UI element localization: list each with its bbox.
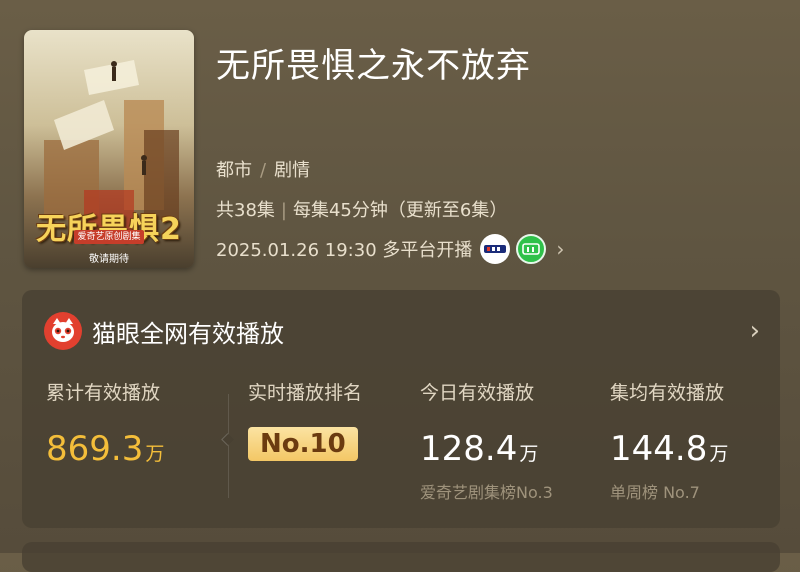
rank-badge: No.10 — [248, 427, 358, 461]
metric-label: 实时播放排名 — [248, 382, 363, 404]
iqiyi-logo-icon — [516, 234, 547, 264]
maoyan-stats-card[interactable]: 猫眼全网有效播放 › 累计有效播放 869.3 万 实时播放排名 No.10 今日… — [22, 290, 780, 528]
maoyan-cat-icon — [44, 312, 82, 350]
metric-label: 今日有效播放 — [420, 382, 535, 404]
metric-unit: 万 — [709, 443, 729, 465]
divider-notch — [221, 433, 234, 446]
metric-today-plays: 今日有效播放 128.4 万 爱奇艺剧集榜No.3 — [420, 378, 553, 503]
metric-number: 869.3 — [46, 429, 144, 469]
metric-label: 集均有效播放 — [610, 382, 725, 404]
chevron-right-icon[interactable]: › — [556, 237, 564, 261]
metric-number: 128.4 — [420, 429, 518, 469]
drama-title: 无所畏惧之永不放弃 — [216, 46, 531, 86]
chevron-right-icon[interactable]: › — [750, 316, 760, 346]
poster-badge: 爱奇艺原创剧集 — [74, 230, 144, 244]
poster-coming-text: 敬请期待 — [89, 254, 129, 265]
metric-label: 累计有效播放 — [46, 382, 161, 404]
episode-count: 共38集 — [216, 200, 275, 221]
genre-tag: 都市 — [216, 160, 252, 181]
metric-value: 144.8 万 — [610, 429, 728, 469]
metric-avg-episode-plays: 集均有效播放 144.8 万 单周榜 No.7 — [610, 378, 728, 503]
episode-info: 共38集 | 每集45分钟（更新至6集） — [216, 196, 507, 222]
metric-unit: 万 — [519, 443, 539, 465]
metric-subtext: 爱奇艺剧集榜No.3 — [420, 483, 553, 502]
metric-number: 144.8 — [610, 429, 708, 469]
metric-total-plays: 累计有效播放 869.3 万 — [46, 378, 164, 469]
metric-realtime-rank: 实时播放排名 No.10 — [248, 378, 362, 461]
airdate-text: 2025.01.26 19:30 多平台开播 — [216, 240, 473, 261]
metric-value: 869.3 万 — [46, 429, 164, 469]
episode-separator: | — [280, 200, 287, 221]
metric-subtext: 单周榜 No.7 — [610, 483, 700, 502]
metric-unit: 万 — [145, 443, 165, 465]
drama-poster[interactable]: 无所畏惧2 爱奇艺原创剧集 敬请期待 — [24, 30, 194, 268]
divider — [228, 394, 229, 498]
metric-value: 128.4 万 — [420, 429, 553, 469]
metric-value: No.10 — [248, 427, 362, 461]
episode-duration: 每集45分钟（更新至6集） — [292, 200, 508, 221]
cctv-logo-icon — [480, 234, 511, 264]
genre-separator: / — [260, 160, 267, 181]
genre-tags: 都市 / 剧情 — [216, 156, 310, 182]
genre-tag: 剧情 — [274, 160, 311, 181]
card-header: 猫眼全网有效播放 — [44, 312, 284, 350]
airdate-row[interactable]: 2025.01.26 19:30 多平台开播 › — [216, 234, 564, 264]
next-card-partial — [22, 542, 780, 572]
card-title: 猫眼全网有效播放 — [92, 319, 284, 348]
